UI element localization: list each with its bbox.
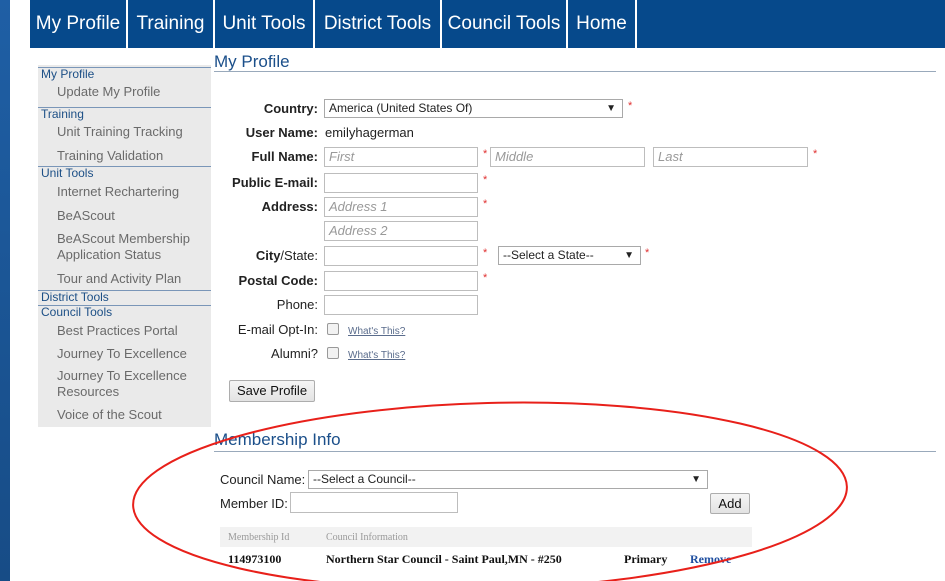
alumni-whats-this-link[interactable]: What's This? [348,350,405,361]
sidebar-item-unit-training-tracking[interactable]: Unit Training Tracking [57,124,209,140]
required-marker: * [483,272,488,284]
member-id-input[interactable] [290,492,458,513]
sidebar-item-training-validation[interactable]: Training Validation [57,148,209,164]
required-marker: * [813,148,818,160]
alumni-label: Alumni? [271,346,318,361]
last-name-input[interactable]: Last [653,147,808,167]
address-label: Address: [261,199,318,214]
chevron-down-icon: ▼ [691,474,701,485]
membership-divider [214,451,936,452]
phone-input[interactable] [324,295,478,315]
council-select-value: --Select a Council-- [313,472,416,486]
sidebar-section-unit-tools[interactable]: Unit Tools [38,166,211,180]
public-email-input[interactable] [324,173,478,193]
tab-home[interactable]: Home [568,0,637,48]
council-information-cell: Northern Star Council - Saint Paul,MN - … [326,552,562,566]
required-marker: * [483,198,488,210]
country-label: Country: [263,101,318,116]
column-header-council-information: Council Information [326,532,408,543]
alumni-checkbox[interactable] [327,347,339,359]
council-select[interactable]: --Select a Council-- ▼ [308,470,708,489]
email-optin-checkbox[interactable] [327,323,339,335]
left-edge-stripe [0,0,10,581]
save-profile-button[interactable]: Save Profile [229,380,315,402]
membership-table-header: Membership Id Council Information [220,527,752,547]
sidebar-item-beascout[interactable]: BeAScout [57,208,209,224]
add-membership-button[interactable]: Add [710,493,750,514]
chevron-down-icon: ▼ [606,103,616,114]
tab-my-profile[interactable]: My Profile [30,0,128,48]
city-label-city: City [255,248,281,263]
city-label-state: /State: [280,248,318,263]
tab-district-tools[interactable]: District Tools [315,0,442,48]
sidebar-section-training[interactable]: Training [38,107,211,121]
country-select-value: America (United States Of) [329,101,473,115]
sidebar-section-council-tools[interactable]: Council Tools [38,305,211,319]
top-navigation-bar: My Profile Training Unit Tools District … [30,0,945,48]
membership-status-cell: Primary [624,552,668,566]
table-row: 114973100 Northern Star Council - Saint … [220,547,752,573]
username-value: emilyhagerman [325,125,414,140]
required-marker: * [483,174,488,186]
first-name-input[interactable]: First [324,147,478,167]
column-header-membership-id: Membership Id [228,532,290,543]
sidebar-item-journey-to-excellence[interactable]: Journey To Excellence [57,346,209,362]
sidebar-item-update-my-profile[interactable]: Update My Profile [57,84,209,100]
membership-section-title: Membership Info [214,430,341,449]
required-marker: * [645,247,650,259]
phone-label: Phone: [276,297,318,312]
tab-training[interactable]: Training [128,0,215,48]
membership-id-cell: 114973100 [228,552,282,566]
state-select[interactable]: --Select a State-- ▼ [498,246,641,265]
required-marker: * [483,148,488,160]
email-optin-whats-this-link[interactable]: What's This? [348,326,405,337]
member-id-label: Member ID: [220,496,288,511]
address2-input[interactable]: Address 2 [324,221,478,241]
page-title: My Profile [214,52,290,71]
council-name-label: Council Name: [220,472,306,487]
sidebar-item-voice-of-the-scout[interactable]: Voice of the Scout [57,407,209,423]
sidebar-item-best-practices-portal[interactable]: Best Practices Portal [57,323,209,339]
sidebar-item-tour-activity-plan[interactable]: Tour and Activity Plan [57,271,209,287]
sidebar: My Profile Update My Profile Training Un… [38,65,211,427]
sidebar-section-district-tools[interactable]: District Tools [38,290,211,304]
title-divider [214,71,936,72]
chevron-down-icon: ▼ [624,250,634,261]
username-label: User Name: [245,125,318,140]
tab-unit-tools[interactable]: Unit Tools [215,0,315,48]
city-state-label: City/State: [208,248,318,263]
sidebar-item-beascout-membership-status[interactable]: BeAScout Membership Application Status [57,231,209,263]
fullname-label: Full Name: [251,149,318,164]
state-select-value: --Select a State-- [503,248,594,262]
remove-membership-link[interactable]: Remove [690,552,731,567]
public-email-label: Public E-mail: [232,175,318,190]
country-select[interactable]: America (United States Of) ▼ [324,99,623,118]
address1-input[interactable]: Address 1 [324,197,478,217]
required-marker: * [483,247,488,259]
postal-code-label: Postal Code: [238,273,318,288]
sidebar-section-my-profile[interactable]: My Profile [38,67,211,81]
middle-name-input[interactable]: Middle [490,147,645,167]
tab-council-tools[interactable]: Council Tools [442,0,568,48]
postal-code-input[interactable] [324,271,478,291]
required-marker: * [628,100,633,112]
sidebar-item-jte-resources[interactable]: Journey To Excellence Resources [57,368,209,400]
email-optin-label: E-mail Opt-In: [237,322,318,337]
sidebar-item-internet-rechartering[interactable]: Internet Rechartering [57,184,209,200]
city-input[interactable] [324,246,478,266]
